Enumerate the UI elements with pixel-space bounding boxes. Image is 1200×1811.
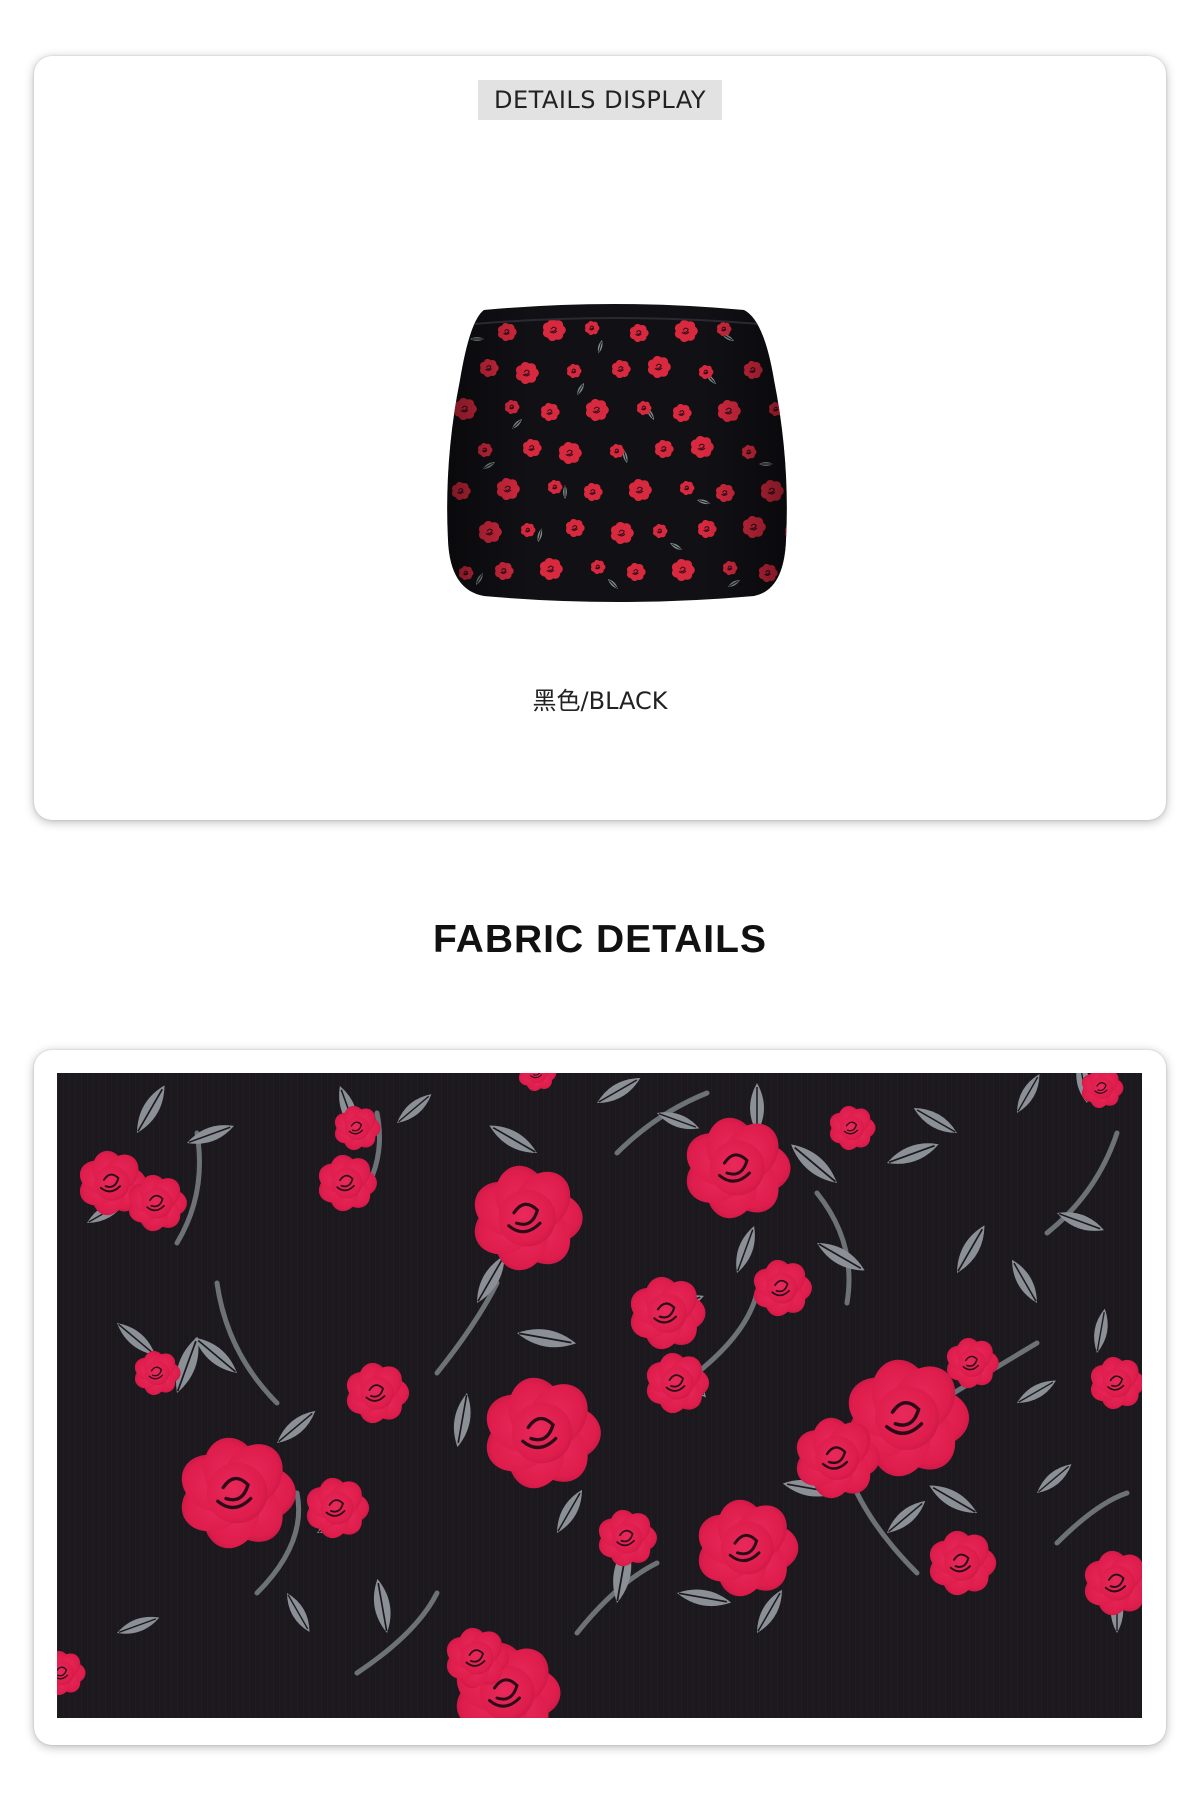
fabric-details-card	[34, 1050, 1166, 1745]
details-display-card: DETAILS DISPLAY 黑色/BLACK	[34, 56, 1166, 820]
details-display-badge: DETAILS DISPLAY	[477, 80, 723, 120]
skirt-product-image	[444, 290, 790, 612]
fabric-swatch-image	[57, 1073, 1142, 1718]
color-label: 黑色/BLACK	[532, 687, 668, 715]
fabric-details-heading: FABRIC DETAILS	[433, 918, 767, 961]
